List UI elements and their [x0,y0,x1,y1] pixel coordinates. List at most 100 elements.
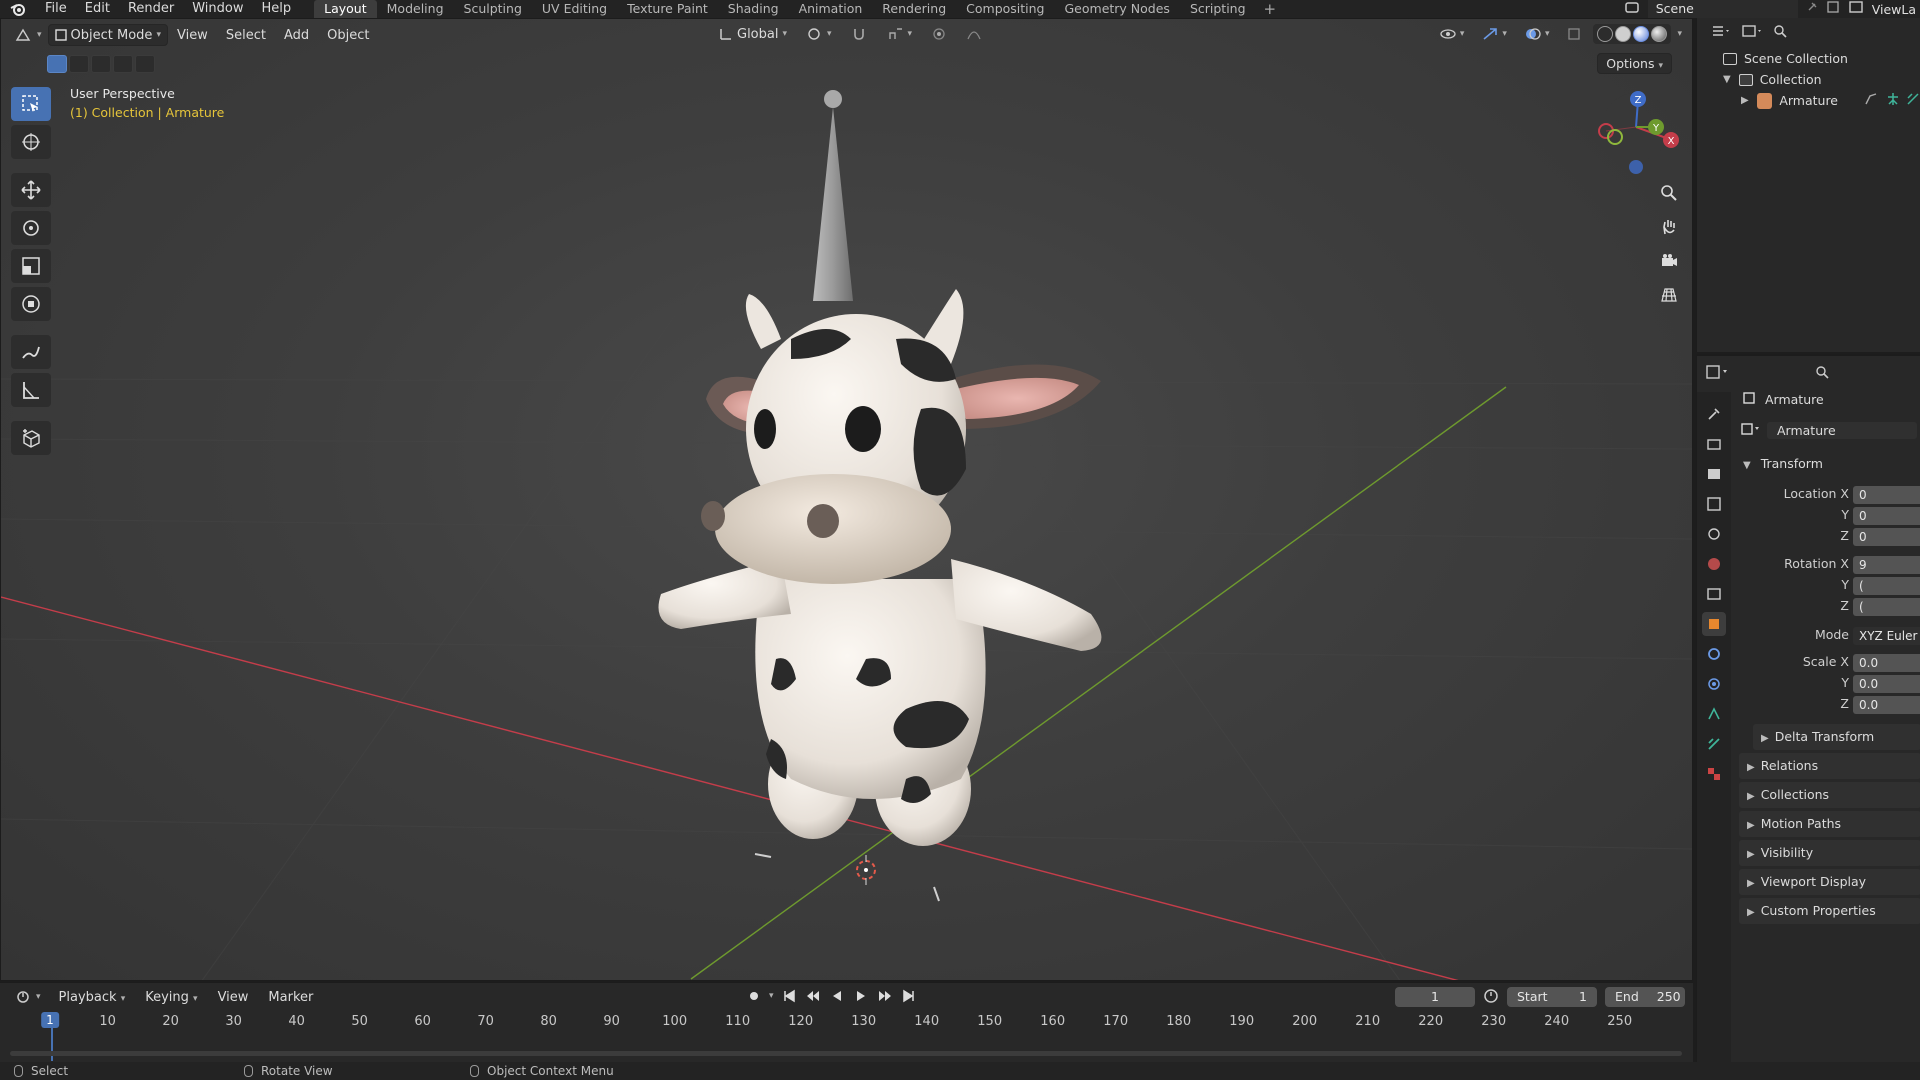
rotate-tool[interactable] [11,211,51,245]
select-subtract-icon[interactable] [91,55,111,73]
tab-scripting[interactable]: Scripting [1180,0,1256,18]
overlays-icon[interactable]: ▾ [1519,23,1556,45]
motion-paths-panel[interactable]: ▶ Motion Paths [1739,811,1920,837]
material-preview-shading-icon[interactable] [1633,26,1650,42]
pan-hand-icon[interactable] [1655,213,1683,241]
rendered-shading-icon[interactable] [1651,26,1668,42]
solid-shading-icon[interactable] [1615,26,1632,42]
current-frame-field[interactable]: 1 [1395,987,1475,1007]
menu-timeline-view[interactable]: View [210,990,257,1005]
playhead-frame-label[interactable]: 1 [41,1012,59,1028]
timeline-editor[interactable]: ▾ Playback ▾ Keying ▾ View Marker ▾ 1 St… [0,982,1693,1062]
tab-uv-editing[interactable]: UV Editing [532,0,617,18]
transform-panel-header[interactable]: ▼ Transform [1735,456,1920,471]
texture-tab-icon[interactable] [1702,762,1726,786]
outliner-editor-type-icon[interactable] [1711,24,1731,42]
transform-tool[interactable] [11,287,51,321]
jump-keyframe-forward-icon[interactable] [876,987,894,1005]
location-x-field[interactable]: 0 [1853,486,1920,504]
jump-start-icon[interactable] [780,987,798,1005]
tab-texture-paint[interactable]: Texture Paint [617,0,718,18]
cursor-tool[interactable] [11,125,51,159]
zoom-icon[interactable] [1655,179,1683,207]
scale-tool[interactable] [11,249,51,283]
outliner-armature[interactable]: ▶ Armature [1697,90,1920,111]
select-invert-icon[interactable] [113,55,133,73]
rotation-z-field[interactable]: ( [1853,598,1920,616]
jump-keyframe-back-icon[interactable] [804,987,822,1005]
outliner-scene-collection[interactable]: Scene Collection [1697,48,1920,69]
collapse-arrow-icon[interactable]: ▼ [1723,74,1731,85]
relations-panel[interactable]: ▶ Relations [1739,753,1920,779]
armature-data-icon[interactable] [1886,92,1900,109]
menu-help[interactable]: Help [253,0,301,18]
pivot-point-icon[interactable]: ▾ [801,23,838,45]
delta-transform-panel[interactable]: ▶ Delta Transform [1753,724,1920,750]
menu-file[interactable]: File [36,0,76,18]
snap-icon[interactable] [846,23,874,45]
play-reverse-icon[interactable] [828,987,846,1005]
tab-layout[interactable]: Layout [314,0,377,18]
scale-x-field[interactable]: 0.0 [1853,654,1920,672]
shading-options-caret[interactable]: ▾ [1677,29,1682,39]
camera-view-icon[interactable] [1655,247,1683,275]
render-tab-icon[interactable] [1702,432,1726,456]
visibility-panel[interactable]: ▶ Visibility [1739,840,1920,866]
location-z-field[interactable]: 0 [1853,528,1920,546]
timeline-ruler[interactable]: 10 20 30 40 50 60 70 80 90 100 110 120 130 140 150 160 1… [0,1011,1693,1033]
select-extend-icon[interactable] [69,55,89,73]
menu-object[interactable]: Object [318,28,378,43]
select-intersect-icon[interactable] [135,55,155,73]
scale-z-field[interactable]: 0.0 [1853,696,1920,714]
scene-icon[interactable] [1624,0,1640,18]
tab-rendering[interactable]: Rendering [872,0,956,18]
add-workspace-button[interactable]: + [1256,0,1285,18]
object-data-tab-icon[interactable] [1702,732,1726,756]
menu-render[interactable]: Render [119,0,183,18]
tool-tab-icon[interactable] [1702,402,1726,426]
select-new-icon[interactable] [47,55,67,73]
measure-tool[interactable] [11,373,51,407]
outliner-search-icon[interactable] [1773,24,1787,42]
annotate-tool[interactable] [11,335,51,369]
object-tab-icon[interactable] [1702,612,1726,636]
rotation-y-field[interactable]: ( [1853,577,1920,595]
3d-viewport[interactable]: ▾ Object Mode ▾ View Select Add Object Gl… [0,18,1693,981]
modifier-tab-icon[interactable] [1702,642,1726,666]
menu-add[interactable]: Add [275,28,318,43]
display-mode-icon[interactable] [1741,24,1763,42]
viewlayer-icon[interactable] [1848,0,1864,18]
record-icon[interactable] [745,987,763,1005]
tab-sculpting[interactable]: Sculpting [454,0,532,18]
scale-y-field[interactable]: 0.0 [1853,675,1920,693]
wireframe-shading-icon[interactable] [1597,26,1614,42]
tab-geometry-nodes[interactable]: Geometry Nodes [1055,0,1180,18]
location-y-field[interactable]: 0 [1853,507,1920,525]
snap-target-icon[interactable]: ▾ [882,23,919,45]
falloff-icon[interactable] [960,23,988,45]
menu-marker[interactable]: Marker [260,990,321,1005]
proportional-edit-icon[interactable] [926,23,952,45]
editor-type-icon[interactable]: ▾ [9,24,48,46]
expand-arrow-icon[interactable]: ▶ [1741,95,1749,106]
menu-playback[interactable]: Playback ▾ [51,990,134,1005]
physics-tab-icon[interactable] [1702,672,1726,696]
options-dropdown[interactable]: Options ▾ [1597,53,1672,74]
outliner-collection[interactable]: ▼ Collection [1697,69,1920,90]
object-type-dropdown-icon[interactable] [1741,422,1761,439]
scene-selector[interactable]: Scene [1647,0,1798,18]
jump-end-icon[interactable] [900,987,918,1005]
xray-icon[interactable] [1561,23,1587,45]
play-icon[interactable] [852,987,870,1005]
menu-keying[interactable]: Keying ▾ [137,990,205,1005]
tab-animation[interactable]: Animation [789,0,873,18]
perspective-toggle-icon[interactable] [1655,281,1683,309]
transform-orientation-dropdown[interactable]: Global ▾ [713,23,793,45]
properties-editor[interactable]: Armature Armature ▼ Transform Location X… [1696,354,1920,1062]
new-scene-icon[interactable] [1826,0,1840,18]
constraint-tab-icon[interactable] [1702,702,1726,726]
tab-compositing[interactable]: Compositing [956,0,1054,18]
pin-icon[interactable] [1806,1,1818,17]
timeline-editor-type-icon[interactable]: ▾ [10,986,47,1008]
select-box-tool[interactable] [11,87,51,121]
